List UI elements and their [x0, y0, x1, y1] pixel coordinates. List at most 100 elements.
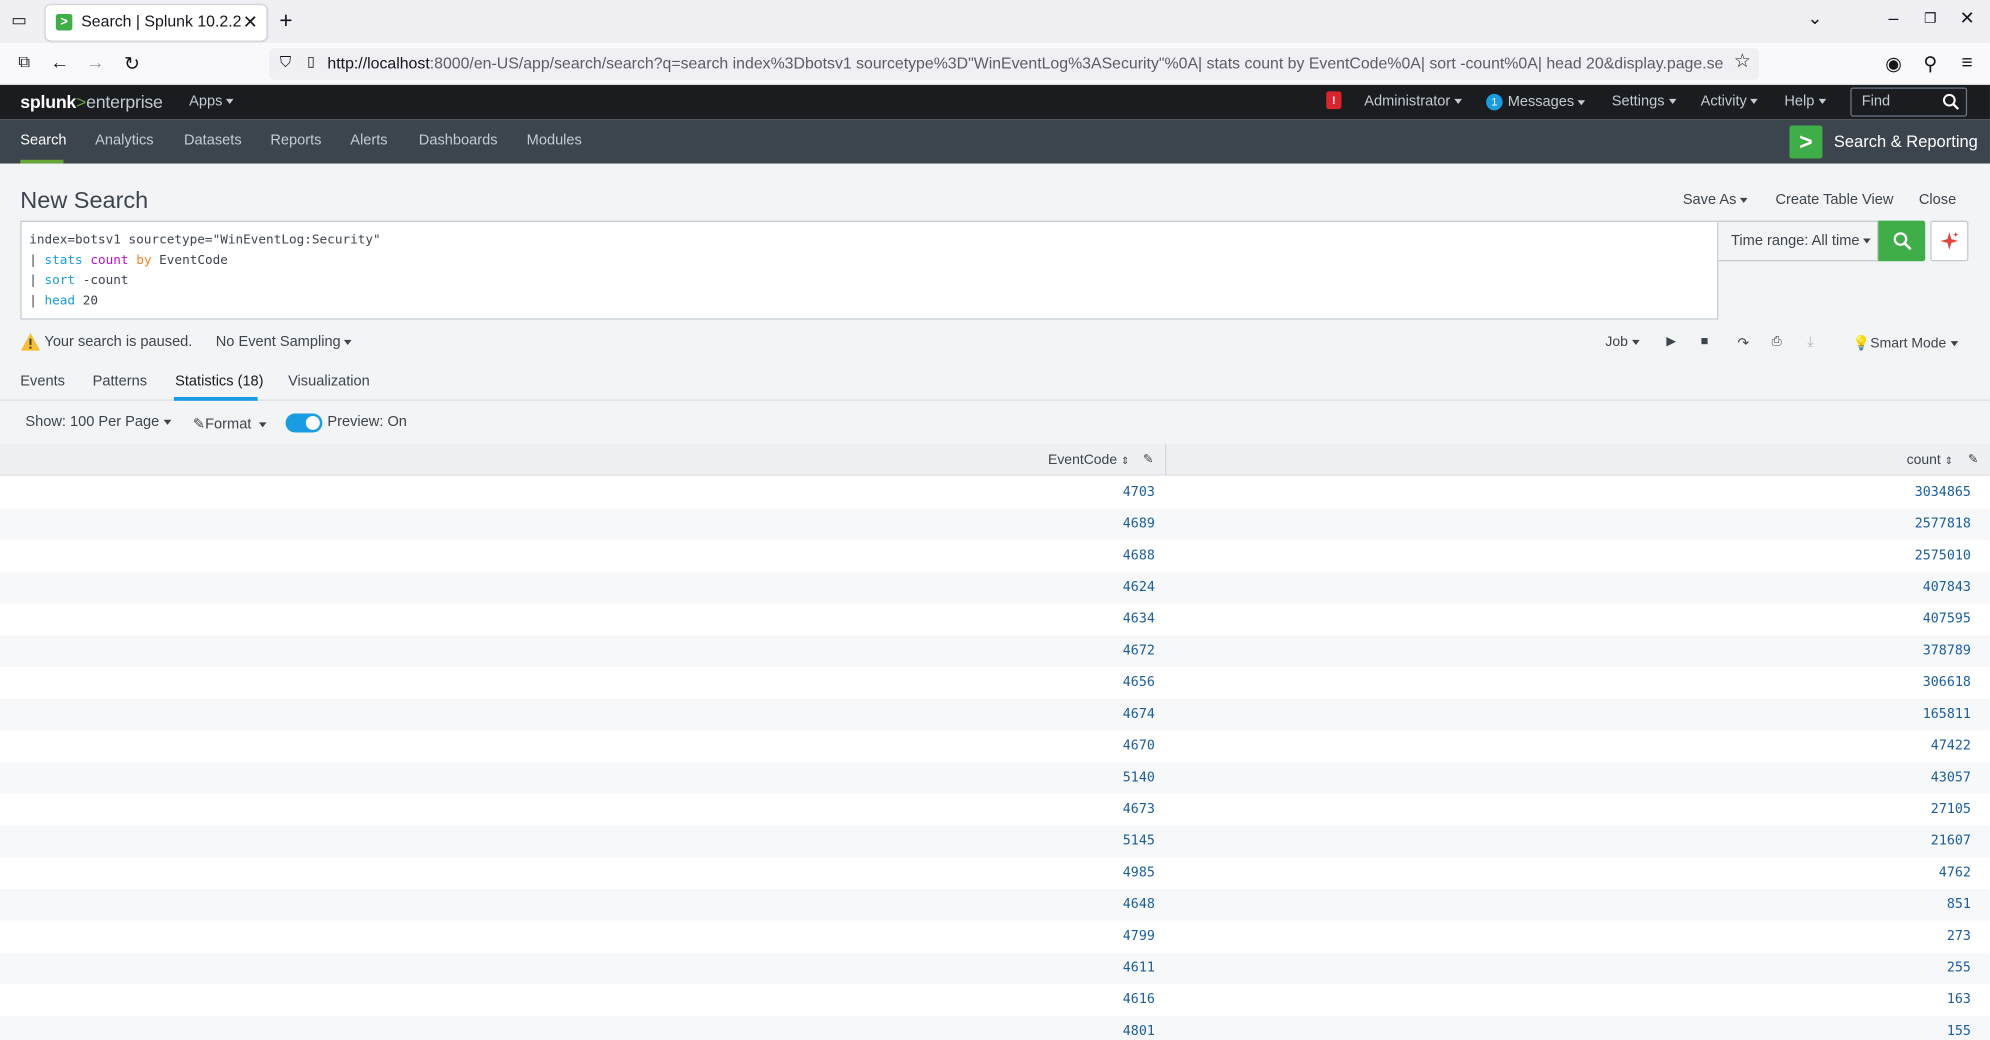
cell-count[interactable]: 155	[1947, 1024, 1971, 1039]
cell-eventcode[interactable]: 4703	[1123, 484, 1155, 499]
cell-count[interactable]: 43057	[1931, 770, 1971, 785]
app-tab-analytics[interactable]: Analytics	[95, 133, 153, 148]
create-table-view-button[interactable]: Create Table View	[1775, 193, 1893, 208]
cell-count[interactable]: 47422	[1931, 738, 1971, 753]
app-tab-alerts[interactable]: Alerts	[350, 133, 387, 148]
share-icon[interactable]: ↷	[1737, 335, 1749, 351]
search-mode-dropdown[interactable]: 💡Smart Mode	[1853, 335, 1958, 351]
stop-icon[interactable]: ■	[1701, 335, 1709, 349]
app-tab-search[interactable]: Search	[20, 133, 66, 148]
forward-icon[interactable]: →	[84, 52, 107, 74]
cell-count[interactable]: 21607	[1931, 833, 1971, 848]
user-menu[interactable]: Administrator	[1364, 94, 1462, 109]
cell-eventcode[interactable]: 4674	[1123, 706, 1155, 721]
app-name[interactable]: Search & Reporting	[1834, 132, 1978, 151]
activity-menu[interactable]: Activity	[1701, 94, 1759, 109]
account-icon[interactable]: ◉	[1882, 52, 1905, 75]
cell-eventcode[interactable]: 5140	[1123, 770, 1155, 785]
help-menu[interactable]: Help	[1784, 94, 1826, 109]
app-tab-reports[interactable]: Reports	[270, 133, 321, 148]
edit-column-icon[interactable]: ✎	[1968, 453, 1979, 467]
splunk-logo[interactable]: splunk>enterprise	[20, 91, 163, 111]
window-close-icon[interactable]: ✕	[1956, 8, 1979, 30]
save-as-button[interactable]: Save As	[1683, 193, 1748, 208]
event-sampling-dropdown[interactable]: No Event Sampling	[216, 335, 353, 350]
print-icon[interactable]: ⎙	[1772, 335, 1782, 349]
search-reporting-app-icon[interactable]: >	[1789, 125, 1823, 159]
app-tab-modules[interactable]: Modules	[527, 133, 582, 148]
cell-eventcode[interactable]: 4672	[1123, 643, 1155, 658]
alert-icon[interactable]: !	[1326, 91, 1342, 110]
cell-eventcode[interactable]: 4673	[1123, 802, 1155, 817]
cell-eventcode[interactable]: 4799	[1123, 928, 1155, 943]
apps-menu[interactable]: Apps	[189, 94, 234, 109]
column-header-eventcode[interactable]: EventCode ⇕ ✎	[0, 444, 1165, 476]
cell-count[interactable]: 378789	[1923, 643, 1971, 658]
tab-overflow-chevron-icon[interactable]: ⌄	[1803, 8, 1826, 30]
extensions-icon[interactable]: ⚲	[1919, 52, 1942, 75]
cell-count[interactable]: 255	[1947, 960, 1971, 975]
search-query-editor[interactable]: index=botsv1 sourcetype="WinEventLog:Sec…	[20, 220, 1719, 320]
cell-count[interactable]: 407595	[1923, 611, 1971, 626]
cell-eventcode[interactable]: 5145	[1123, 833, 1155, 848]
close-button[interactable]: Close	[1919, 193, 1956, 208]
format-dropdown[interactable]: ✎Format	[193, 415, 267, 432]
window-icon[interactable]: ⧉	[13, 52, 36, 72]
cell-count[interactable]: 273	[1947, 928, 1971, 943]
cell-eventcode[interactable]: 4688	[1123, 548, 1155, 563]
shield-icon[interactable]: ⛉	[274, 53, 297, 72]
sort-icon[interactable]: ⇕	[1121, 455, 1130, 466]
cell-eventcode[interactable]: 4670	[1123, 738, 1155, 753]
cell-eventcode[interactable]: 4611	[1123, 960, 1155, 975]
play-icon[interactable]: ▶	[1666, 335, 1676, 349]
url-bar[interactable]: ⛉ ▯ http://localhost:8000/en-US/app/sear…	[269, 48, 1759, 80]
messages-menu[interactable]: 1 Messages	[1486, 93, 1586, 111]
job-menu[interactable]: Job	[1605, 335, 1640, 350]
cell-eventcode[interactable]: 4985	[1123, 865, 1155, 880]
search-icon[interactable]	[1942, 93, 1960, 111]
cell-eventcode[interactable]: 4624	[1123, 580, 1155, 595]
minimize-icon[interactable]: –	[1882, 8, 1905, 28]
tab-close-icon[interactable]: ✕	[243, 11, 258, 33]
cell-count[interactable]: 4762	[1939, 865, 1971, 880]
cell-count[interactable]: 27105	[1931, 802, 1971, 817]
export-icon[interactable]: ⤓	[1807, 335, 1813, 351]
cell-eventcode[interactable]: 4616	[1123, 992, 1155, 1007]
per-page-dropdown[interactable]: Show: 100 Per Page	[25, 415, 171, 430]
cell-eventcode[interactable]: 4656	[1123, 675, 1155, 690]
column-header-count[interactable]: count ⇕ ✎	[1166, 444, 1990, 476]
cell-count[interactable]: 163	[1947, 992, 1971, 1007]
back-icon[interactable]: ←	[48, 52, 71, 74]
cell-eventcode[interactable]: 4801	[1123, 1024, 1155, 1039]
page-info-icon[interactable]: ▯	[300, 53, 323, 70]
find-input[interactable]: Find	[1850, 87, 1968, 117]
sort-icon[interactable]: ⇕	[1945, 455, 1954, 466]
bookmark-star-icon[interactable]: ☆	[1731, 49, 1754, 73]
tab-list-icon[interactable]: ▭	[8, 10, 31, 33]
tab-patterns[interactable]: Patterns	[93, 374, 147, 389]
restore-icon[interactable]: ❐	[1919, 10, 1942, 26]
cell-count[interactable]: 407843	[1923, 580, 1971, 595]
app-tab-dashboards[interactable]: Dashboards	[419, 133, 498, 148]
cell-count[interactable]: 2577818	[1915, 516, 1971, 531]
search-submit-button[interactable]	[1878, 220, 1926, 262]
new-tab-icon[interactable]: +	[279, 8, 292, 35]
reload-icon[interactable]: ↻	[121, 52, 144, 75]
cell-eventcode[interactable]: 4634	[1123, 611, 1155, 626]
cell-count[interactable]: 165811	[1923, 706, 1971, 721]
menu-icon[interactable]: ≡	[1956, 52, 1979, 74]
browser-tab-active[interactable]: > Search | Splunk 10.2.2 ✕	[45, 5, 267, 41]
tab-statistics[interactable]: Statistics (18)	[175, 374, 263, 389]
settings-menu[interactable]: Settings	[1612, 94, 1676, 109]
app-tab-datasets[interactable]: Datasets	[184, 133, 242, 148]
tab-events[interactable]: Events	[20, 374, 65, 389]
cell-count[interactable]: 851	[1947, 897, 1971, 912]
edit-column-icon[interactable]: ✎	[1143, 453, 1154, 467]
cell-eventcode[interactable]: 4689	[1123, 516, 1155, 531]
preview-toggle[interactable]	[285, 413, 323, 433]
cell-count[interactable]: 306618	[1923, 675, 1971, 690]
ai-assistant-button[interactable]	[1930, 220, 1969, 262]
time-range-picker[interactable]: Time range: All time	[1718, 220, 1879, 262]
cell-eventcode[interactable]: 4648	[1123, 897, 1155, 912]
tab-visualization[interactable]: Visualization	[288, 374, 370, 389]
